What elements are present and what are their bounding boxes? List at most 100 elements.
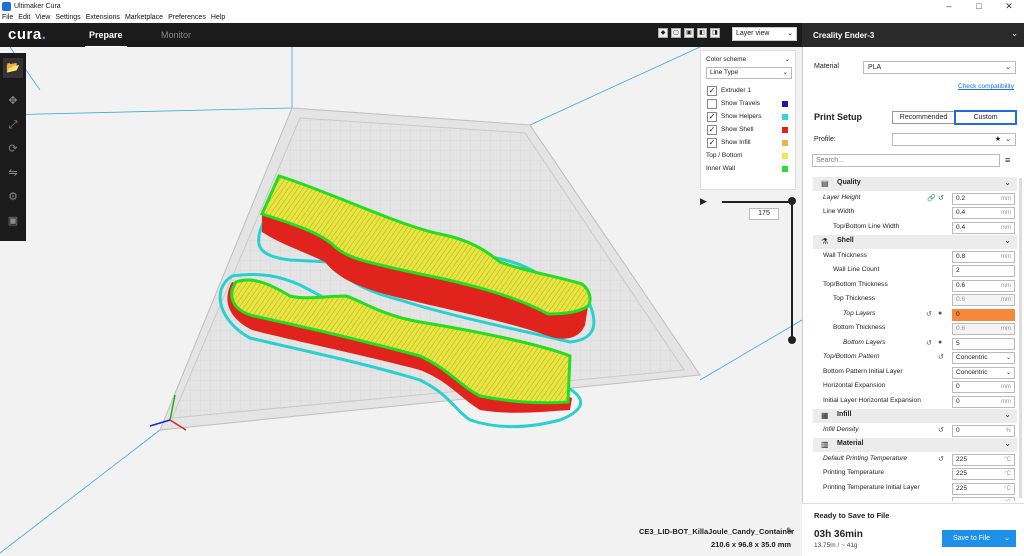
setting-input[interactable]: 225 °C (952, 482, 1015, 495)
reset-icon[interactable]: ↺ (938, 455, 944, 463)
category-quality[interactable]: ▤ Quality ⌄ (813, 177, 1017, 191)
left-view-icon[interactable]: ◧ (697, 28, 707, 38)
setting-input[interactable]: °C (952, 497, 1015, 501)
category-material[interactable]: ▥ Material ⌄ (813, 438, 1017, 452)
open-file-icon[interactable]: 📂 (3, 58, 23, 78)
line-slider-track[interactable] (722, 201, 792, 203)
setting-input[interactable]: 0.6 mm (952, 279, 1015, 292)
settings-visibility-menu-icon[interactable]: ≡ (1005, 155, 1010, 165)
slice-status: Ready to Save to File (814, 511, 890, 520)
minimize-button[interactable]: – (934, 0, 964, 12)
tab-monitor[interactable]: Monitor (161, 30, 191, 40)
setting-input[interactable]: 0 mm (952, 395, 1015, 408)
setting-input[interactable]: 0 (952, 308, 1015, 321)
play-icon[interactable]: ▶ (700, 196, 707, 207)
setting-input[interactable]: 0% (952, 424, 1015, 437)
top-view-icon[interactable]: ▣ (684, 28, 694, 38)
setting-input[interactable]: 225 °C (952, 468, 1015, 480)
reset-icon[interactable]: ↺ (926, 339, 932, 347)
chevron-down-icon[interactable]: ⌄ (785, 55, 790, 63)
setting-label: Top/Bottom Line Width (833, 222, 900, 230)
category-infill[interactable]: ▦ Infill ⌄ (813, 409, 1017, 423)
support-blocker-icon[interactable]: ▣ (3, 211, 23, 231)
move-icon[interactable]: ✥ (3, 91, 23, 111)
reset-icon[interactable]: ↺ (938, 353, 944, 361)
checkbox[interactable]: ✓ (707, 112, 717, 122)
menu-edit[interactable]: Edit (18, 14, 30, 21)
setting-input[interactable]: 0.4 mm (952, 221, 1015, 234)
window-title: Ultimaker Cura (14, 2, 61, 10)
menu-view[interactable]: View (35, 14, 50, 21)
legend-item-show-helpers[interactable]: ✓ Show Helpers (706, 111, 792, 123)
recommended-mode-button[interactable]: Recommended (892, 111, 955, 124)
3d-view-icon[interactable]: ◆ (658, 28, 668, 38)
chevron-down-icon[interactable]: ⌄ (1004, 530, 1010, 547)
left-toolbar: 📂 ✥ ⤢ ⟳ ⇋ ⚙ ▣ (0, 53, 26, 241)
layer-number-input[interactable]: 175 (749, 208, 779, 220)
reset-icon[interactable]: ↺ (938, 426, 944, 434)
setting-select[interactable]: Concentric ⌄ (952, 366, 1015, 379)
machine-selector[interactable]: Creality Ender-3 ⌄ (802, 23, 1024, 47)
scale-icon[interactable]: ⤢ (3, 115, 23, 135)
legend-item-show-shell[interactable]: ✓ Show Shell (706, 124, 792, 136)
custom-mode-button[interactable]: Custom (954, 110, 1017, 125)
color-scheme-select[interactable]: Line Type ⌄ (706, 67, 792, 79)
menu-marketplace[interactable]: Marketplace (125, 14, 163, 21)
save-to-file-button[interactable]: Save to File ⌄ (942, 530, 1016, 547)
per-model-settings-icon[interactable]: ⚙ (3, 187, 23, 207)
edit-icon[interactable]: ✎ (786, 526, 794, 537)
setting-top-layers: Top Layers ↺ ● 0 (813, 308, 1017, 322)
checkbox[interactable]: ✓ (707, 138, 717, 148)
setting-input[interactable]: 0.8 mm (952, 250, 1015, 263)
setting-input[interactable]: 0 mm (952, 381, 1015, 393)
rotate-icon[interactable]: ⟳ (3, 139, 23, 159)
legend-swatch (782, 114, 788, 120)
checkbox[interactable]: ✓ (707, 125, 717, 135)
menu-extensions[interactable]: Extensions (86, 14, 120, 21)
setting-select[interactable]: Concentric ⌄ (952, 352, 1015, 364)
category-shell[interactable]: ⚗ Shell ⌄ (813, 235, 1017, 249)
menu-preferences[interactable]: Preferences (168, 14, 206, 21)
legend-item-show-infill[interactable]: ✓ Show Infill (706, 137, 792, 149)
legend-item-show-travels[interactable]: Show Travels (706, 98, 792, 110)
profile-dropdown[interactable]: ★ ⌄ (892, 133, 1016, 146)
view-mode-dropdown[interactable]: Layer view ⌄ (732, 27, 797, 41)
front-view-icon[interactable]: ▢ (671, 28, 681, 38)
setting-input[interactable]: 225 °C (952, 453, 1015, 466)
right-view-icon[interactable]: ◨ (710, 28, 720, 38)
settings-scrollbar[interactable] (1019, 178, 1022, 498)
layer-slider-handle[interactable] (788, 336, 796, 344)
menu-settings[interactable]: Settings (55, 14, 80, 21)
maximize-button[interactable]: □ (964, 0, 994, 12)
infill-icon: ▦ (821, 411, 829, 420)
menu-file[interactable]: File (2, 14, 13, 21)
legend-item-extruder-1[interactable]: ✓ Extruder 1 (706, 85, 792, 97)
star-icon[interactable]: ★ (995, 134, 1001, 145)
close-button[interactable]: ✕ (994, 0, 1024, 12)
material-dropdown[interactable]: PLA ⌄ (863, 61, 1016, 74)
setting-default-printing-temperature: Default Printing Temperature ↺ 225 °C (813, 453, 1017, 467)
setting-input[interactable]: 0.2 mm (952, 192, 1015, 205)
setting-unit: mm (1001, 224, 1011, 231)
check-compatibility-link[interactable]: Check compatibility (958, 83, 1014, 90)
settings-search-input[interactable] (812, 154, 1000, 167)
link-icon[interactable]: 🔗 (927, 194, 936, 202)
build-plate-viewport[interactable] (0, 47, 802, 556)
checkbox[interactable]: ✓ (707, 86, 717, 96)
setting-input[interactable]: 5 (952, 337, 1015, 350)
setting-input[interactable]: 0.4 mm (952, 207, 1015, 219)
mirror-icon[interactable]: ⇋ (3, 163, 23, 183)
layer-slider-track[interactable] (791, 201, 793, 341)
machine-name: Creality Ender-3 (813, 31, 875, 40)
setting-label: Line Width (823, 208, 855, 215)
info-icon[interactable]: ● (938, 339, 942, 346)
reset-icon[interactable]: ↺ (938, 194, 944, 202)
setting-input[interactable]: 2 (952, 265, 1015, 277)
menu-help[interactable]: Help (211, 14, 225, 21)
info-icon[interactable]: ● (938, 310, 942, 317)
reset-icon[interactable]: ↺ (926, 310, 932, 318)
tab-prepare[interactable]: Prepare (85, 30, 127, 48)
checkbox[interactable] (707, 99, 717, 109)
material-value: PLA (868, 64, 882, 71)
setting-unit: °C (1004, 498, 1011, 501)
